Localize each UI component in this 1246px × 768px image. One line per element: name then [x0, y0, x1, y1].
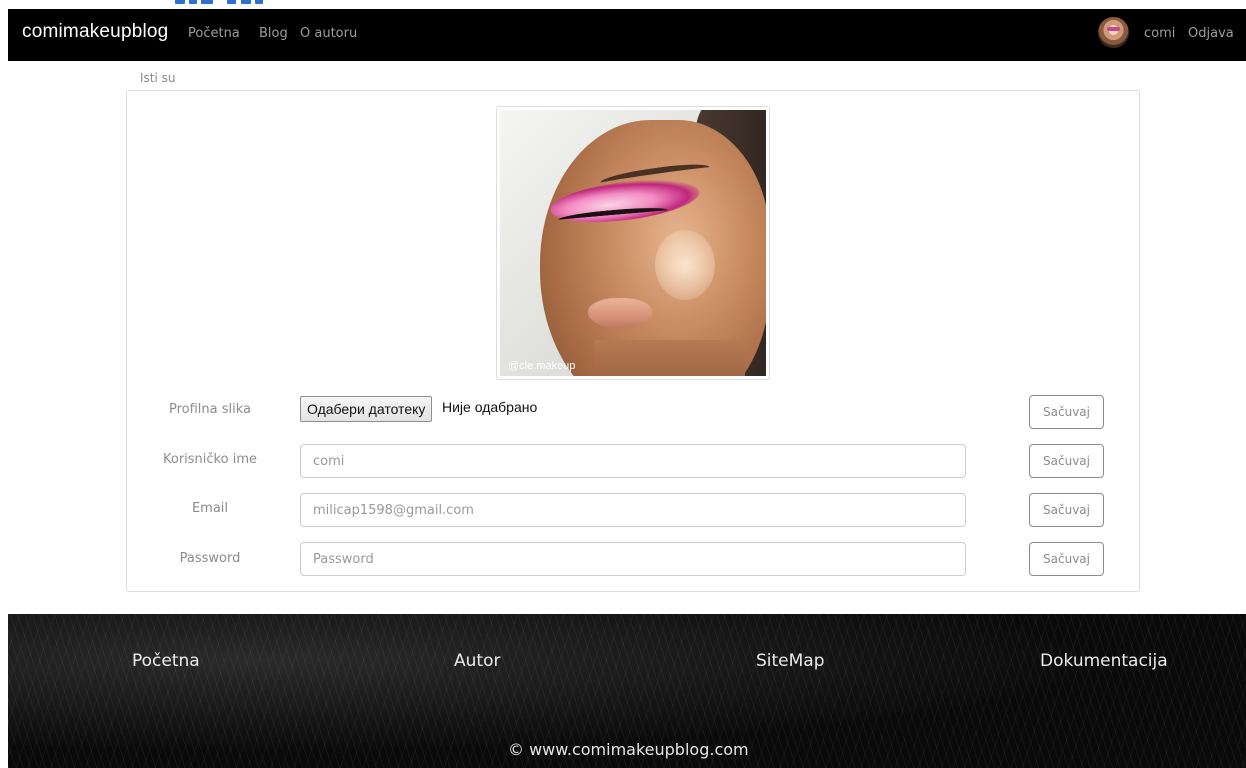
email-field[interactable] — [300, 493, 966, 527]
footer-link-sitemap[interactable]: SiteMap — [756, 651, 825, 671]
copyright: © www.comimakeupblog.com — [508, 740, 749, 759]
footer-link-autor[interactable]: Autor — [454, 651, 500, 671]
choose-file-button[interactable]: Одабери датотеку — [300, 396, 433, 422]
logout-link[interactable]: Odjava — [1188, 26, 1234, 41]
save-email-button[interactable]: Sačuvaj — [1029, 493, 1104, 527]
nav-link-blog[interactable]: Blog — [259, 26, 288, 41]
clipped-heading — [175, 0, 265, 4]
save-username-button[interactable]: Sačuvaj — [1029, 444, 1104, 478]
top-navbar: comimakeupblog Početna Blog O autoru com… — [8, 9, 1246, 61]
nav-link-o-autoru[interactable]: O autoru — [300, 26, 357, 41]
label-password: Password — [179, 551, 241, 566]
footer-link-pocetna[interactable]: Početna — [132, 651, 200, 671]
username-input[interactable] — [300, 444, 966, 478]
label-email: Email — [191, 501, 229, 516]
breadcrumb: Isti su — [140, 71, 176, 85]
nav-link-pocetna[interactable]: Početna — [188, 26, 240, 41]
password-field[interactable] — [300, 542, 966, 576]
profile-photo-image: @cle.makeup — [500, 110, 766, 376]
profile-photo: @cle.makeup — [496, 106, 770, 380]
brand-link[interactable]: comimakeupblog — [22, 21, 168, 43]
footer-link-dokumentacija[interactable]: Dokumentacija — [1040, 651, 1168, 671]
nav-username[interactable]: comi — [1144, 26, 1175, 41]
label-profile-image: Profilna slika — [168, 402, 252, 417]
photo-watermark: @cle.makeup — [508, 360, 576, 372]
label-username: Korisničko ime — [163, 452, 257, 467]
footer: Početna Autor SiteMap Dokumentacija © ww… — [8, 614, 1246, 768]
file-status: Није одабрано — [442, 399, 538, 415]
save-password-button[interactable]: Sačuvaj — [1029, 542, 1104, 576]
avatar[interactable] — [1098, 17, 1129, 48]
top-edge-strip — [0, 0, 1246, 9]
save-profile-image-button[interactable]: Sačuvaj — [1029, 395, 1104, 429]
